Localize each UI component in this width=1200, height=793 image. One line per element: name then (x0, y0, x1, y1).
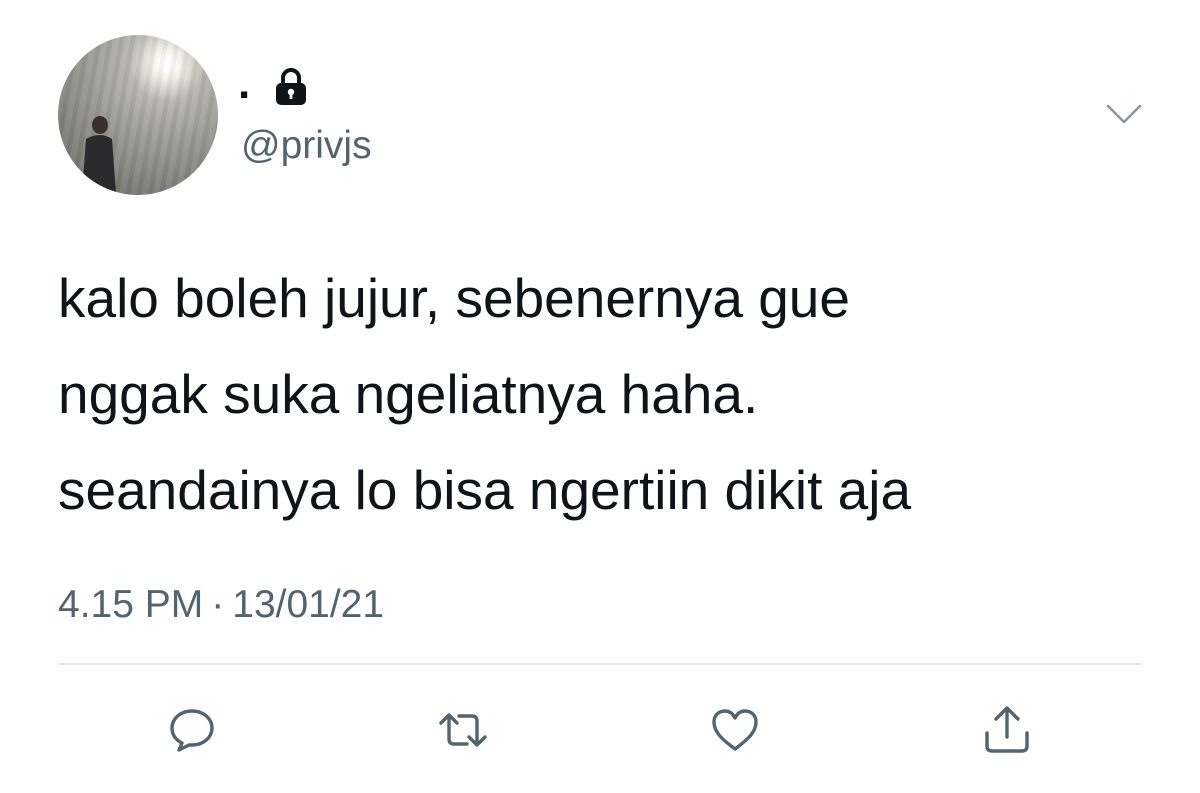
share-icon (985, 706, 1029, 753)
retweet-button[interactable] (433, 700, 493, 760)
tweet-time: 4.15 PM (58, 583, 204, 626)
share-button[interactable] (977, 700, 1037, 760)
reply-button[interactable] (162, 700, 222, 760)
user-handle[interactable]: @privjs (241, 124, 372, 168)
retweet-icon (439, 713, 487, 747)
meta-separator: · (211, 583, 225, 626)
chevron-down-icon[interactable] (1104, 100, 1144, 128)
divider (58, 663, 1142, 665)
tweet-text: kalo boleh jujur, sebenernya gue nggak s… (58, 250, 1158, 538)
display-name-text: . (238, 59, 251, 108)
reply-bubble-icon (170, 709, 214, 752)
tweet-date: 13/01/21 (232, 583, 385, 626)
display-name[interactable]: . (238, 62, 250, 106)
action-bar (0, 690, 1200, 770)
tweet-text-line: seandainya lo bisa ngertiin dikit aja (58, 459, 912, 521)
avatar-person-silhouette (82, 116, 116, 193)
lock-icon (276, 68, 306, 105)
like-button[interactable] (705, 700, 765, 760)
tweet-text-line: nggak suka ngeliatnya haha. (58, 363, 759, 425)
tweet-card: . @privjs kalo boleh jujur, sebenernya g… (0, 0, 1200, 793)
heart-icon (712, 709, 758, 751)
tweet-timestamp[interactable]: 4.15 PM · 13/01/21 (58, 583, 384, 627)
avatar[interactable] (58, 35, 218, 195)
tweet-text-line: kalo boleh jujur, sebenernya gue (58, 267, 850, 329)
